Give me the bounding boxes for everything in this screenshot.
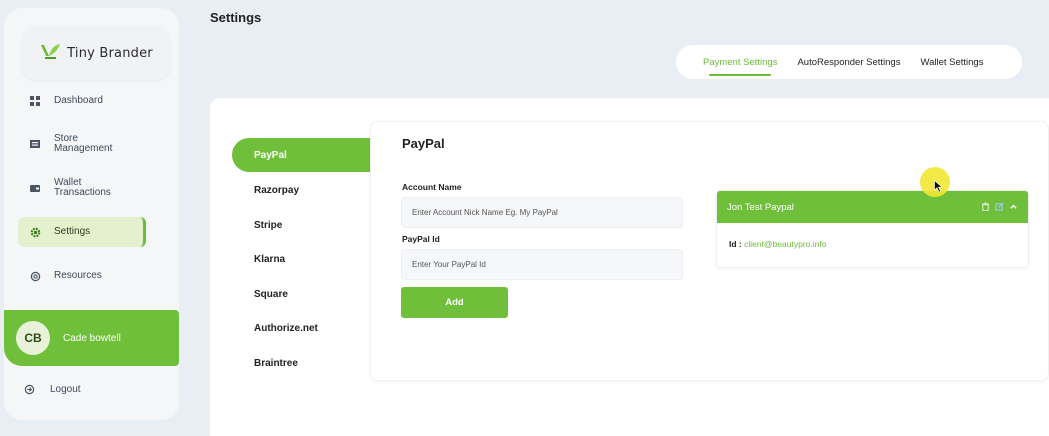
sidebar-item-label: Dashboard	[54, 95, 103, 106]
sidebar-item-label: Wallet Transactions	[54, 177, 111, 198]
chevron-up-icon[interactable]	[1009, 198, 1018, 216]
sidebar-item-label: Settings	[54, 226, 91, 237]
logout-button[interactable]: Logout	[22, 382, 81, 396]
gear-icon	[28, 225, 42, 239]
account-name-input[interactable]	[401, 197, 683, 228]
provider-razorpay[interactable]: Razorpay	[232, 173, 372, 207]
account-actions	[981, 191, 1018, 223]
dashboard-icon	[28, 94, 42, 108]
resources-icon	[28, 269, 42, 283]
paypal-id-label: PayPal Id	[402, 234, 440, 244]
user-name: Cade bowtell	[63, 332, 121, 344]
logout-label: Logout	[50, 383, 81, 395]
paypal-account-card: Jon Test Paypal Id : client@beautypro.in…	[716, 190, 1029, 268]
sidebar-item-dashboard[interactable]: Dashboard	[18, 94, 146, 108]
provider-stripe[interactable]: Stripe	[232, 208, 372, 242]
account-card-body: Id : client@beautypro.info	[717, 223, 1028, 249]
provider-square[interactable]: Square	[232, 277, 372, 311]
sidebar-item-label: Resources	[54, 270, 102, 281]
tab-payment-settings[interactable]: Payment Settings	[703, 57, 777, 76]
avatar: CB	[16, 321, 50, 355]
edit-icon[interactable]	[995, 198, 1004, 216]
mouse-cursor-icon	[934, 179, 943, 198]
form-title: PayPal	[402, 136, 445, 151]
wallet-icon	[28, 181, 42, 195]
sidebar-item-wallet-transactions[interactable]: Wallet Transactions	[18, 177, 146, 199]
leaf-logo-icon	[39, 42, 61, 65]
settings-tabs: Payment Settings AutoResponder Settings …	[676, 45, 1022, 79]
account-card-header[interactable]: Jon Test Paypal	[717, 191, 1028, 223]
sidebar-item-label: Store Management	[54, 133, 113, 154]
provider-klarna[interactable]: Klarna	[232, 242, 372, 276]
tab-autoresponder-settings[interactable]: AutoResponder Settings	[797, 57, 900, 68]
page-title: Settings	[210, 10, 262, 25]
user-profile[interactable]: CB Cade bowtell	[4, 310, 179, 366]
paypal-id-input[interactable]	[401, 249, 683, 280]
tab-wallet-settings[interactable]: Wallet Settings	[920, 57, 983, 68]
account-name: Jon Test Paypal	[727, 201, 794, 213]
sidebar-item-resources[interactable]: Resources	[18, 269, 146, 283]
brand-logo[interactable]: Tiny Brander	[22, 26, 170, 80]
trash-icon[interactable]	[981, 198, 990, 216]
add-button[interactable]: Add	[401, 287, 508, 318]
sidebar-item-settings[interactable]: Settings	[18, 217, 146, 247]
account-name-label: Account Name	[402, 182, 462, 192]
provider-braintree[interactable]: Braintree	[232, 346, 372, 380]
account-id-label: Id :	[729, 239, 742, 249]
provider-paypal[interactable]: PayPal	[232, 138, 372, 172]
account-id-value: client@beautypro.info	[744, 239, 827, 249]
store-icon	[28, 137, 42, 151]
sidebar-item-store-management[interactable]: Store Management	[18, 133, 146, 155]
logout-icon	[22, 382, 36, 396]
brand-name: Tiny Brander	[67, 45, 153, 61]
provider-authorize-net[interactable]: Authorize.net	[232, 311, 372, 345]
